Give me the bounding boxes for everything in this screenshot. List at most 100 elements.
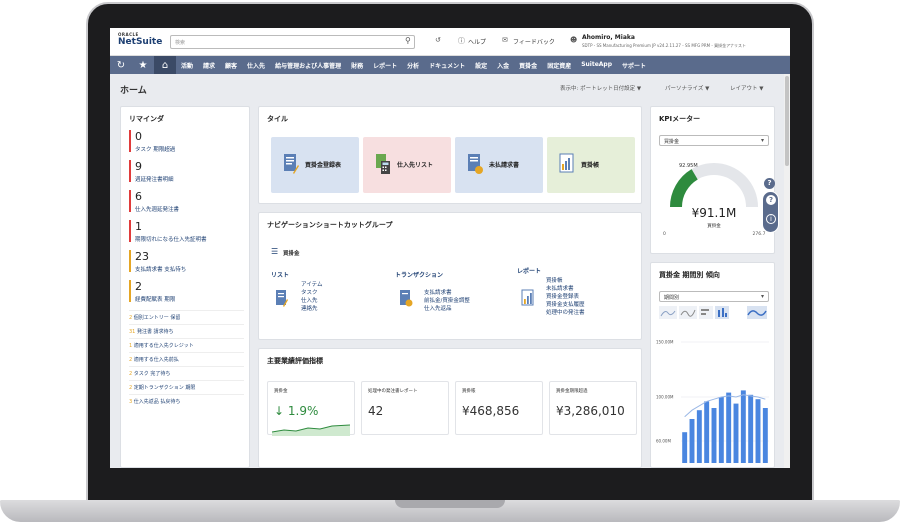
reminder-small-label: タスク 完了待ち <box>133 371 171 377</box>
reminder-item[interactable]: 1 期限切れになる仕入先証明書 <box>129 220 249 244</box>
trend-bar[interactable] <box>696 410 702 463</box>
nav-item[interactable]: 財務 <box>346 61 368 70</box>
nav-item[interactable]: SuiteApp <box>576 61 617 70</box>
shortcut-link[interactable]: 前払金/買掛金調整 <box>424 297 470 305</box>
nav-item[interactable]: 顧客 <box>220 61 242 70</box>
reminder-bar <box>129 250 131 272</box>
reminder-item[interactable]: 6 仕入先週延発注書 <box>129 190 249 214</box>
personalize-dropdown[interactable]: パーソナライズ ▼ <box>665 84 709 92</box>
tile-unpaid-bills[interactable]: 未払請求書 <box>455 137 543 193</box>
tile-ap-ledger[interactable]: 買掛帳 <box>547 137 635 193</box>
global-search-input[interactable]: 検索 <box>170 35 415 49</box>
shortcut-link[interactable]: 支払請求書 <box>424 289 470 297</box>
area-chart-icon[interactable] <box>659 306 677 319</box>
nav-item[interactable]: 仕入先 <box>242 61 270 70</box>
display-setting-dropdown[interactable]: 表示中: ポートレット日付設定 ▼ <box>560 84 641 92</box>
recent-records-icon[interactable]: ↺ <box>435 36 441 44</box>
shortcut-link[interactable]: 連絡先 <box>301 305 322 313</box>
reminder-item[interactable]: 9 週延発注書明細 <box>129 160 249 184</box>
shortcut-link[interactable]: 買掛帳 <box>546 277 585 285</box>
trend-bar[interactable] <box>755 399 761 463</box>
tile-vendor-list[interactable]: 仕入先リスト <box>363 137 451 193</box>
nav-item[interactable]: サポート <box>617 61 651 70</box>
recent-icon[interactable]: ↻ <box>110 56 132 74</box>
shortcut-link[interactable]: 買掛金登録表 <box>546 293 585 301</box>
kpi-card-open-po[interactable]: 処理中の発注書レポート 42 <box>361 381 449 435</box>
reminder-small-count: 2 <box>129 371 133 377</box>
user-icon[interactable]: ☻ <box>570 36 577 44</box>
nav-item[interactable]: 入金 <box>492 61 514 70</box>
trend-bar[interactable] <box>704 401 710 463</box>
nav-item[interactable]: 活動 <box>176 61 198 70</box>
wave-chart-icon[interactable] <box>747 306 767 319</box>
nav-item[interactable]: 買掛金 <box>514 61 542 70</box>
shortcut-link[interactable]: 買掛金支払履歴 <box>546 301 585 309</box>
question-icon[interactable]: ? <box>764 178 775 189</box>
trend-bar[interactable] <box>762 408 768 463</box>
nav-item[interactable]: 固定資産 <box>542 61 576 70</box>
nav-item[interactable]: 設定 <box>470 61 492 70</box>
reminder-small-item[interactable]: 2 タスク 完了待ち <box>129 366 244 380</box>
netsuite-logo[interactable]: ORACLE NetSuite <box>118 32 168 52</box>
trend-bar[interactable] <box>718 397 724 463</box>
trend-bar[interactable] <box>711 408 717 463</box>
trend-bar[interactable] <box>726 392 732 463</box>
help-icon[interactable]: ⓘ <box>458 36 465 46</box>
scrollbar-thumb[interactable] <box>785 76 789 166</box>
feedback-link[interactable]: フィードバック <box>513 37 555 46</box>
trend-bar[interactable] <box>733 403 739 463</box>
kpi-meter-select[interactable]: 買掛金 ▾ <box>659 135 769 146</box>
shortcut-link[interactable]: タスク <box>301 289 322 297</box>
nav-item[interactable]: レポート <box>368 61 402 70</box>
document-coin-icon <box>400 290 413 307</box>
shortcut-link[interactable]: 仕入先 <box>301 297 322 305</box>
trend-bar[interactable] <box>689 419 695 463</box>
nav-item[interactable]: ドキュメント <box>424 61 470 70</box>
feedback-icon[interactable]: ✉ <box>502 36 508 44</box>
reminder-bar <box>129 220 131 242</box>
kpi-card-ap[interactable]: 買掛金 ↓ 1.9% <box>267 381 355 436</box>
reminder-small-item[interactable]: 31 発注書 請求待ち <box>129 324 244 338</box>
trend-bar[interactable] <box>740 390 746 463</box>
nav-item[interactable]: 給与管理および人事管理 <box>270 61 346 70</box>
trend-bar[interactable] <box>748 394 754 463</box>
reminder-small-item[interactable]: 3 仕入先返品 払戻待ち <box>129 394 244 408</box>
kpi-meter-portlet: KPIメーター 買掛金 ▾ 92.95M ¥91.1M 買掛金 0 276.7 <box>650 106 775 254</box>
tile-ap-register[interactable]: 買掛金登録表 <box>271 137 359 193</box>
reminder-item[interactable]: 23 支払請求書 支払待ち <box>129 250 249 274</box>
hamburger-icon[interactable]: ☰ <box>271 247 278 256</box>
main-nav: ↻ ★ ⌂ 活動 請求 顧客 仕入先 給与管理および人事管理 財務 レポート 分析 ドキュメント… <box>110 56 790 74</box>
home-icon[interactable]: ⌂ <box>154 56 176 74</box>
shortcut-link[interactable]: 仕入先返品 <box>424 305 470 313</box>
reminders-small-list: 2 個別エントリー 保留 31 発注書 請求待ち 1 適用する仕入先クレジット 2 適… <box>121 310 249 408</box>
reminders-portlet: リマインダ 0 タスク 期限超過 9 週延発注書明細 6 仕入先週延発注書 1 期限切れになる… <box>120 106 250 468</box>
user-name[interactable]: Ahomiro, Miaka <box>582 34 635 41</box>
shortcut-link[interactable]: アイテム <box>301 281 322 289</box>
assistant-floating-button[interactable]: ? i <box>762 191 779 233</box>
trend-period-select[interactable]: 期間別 ▾ <box>659 291 769 302</box>
gauge-value: ¥91.1M <box>692 206 737 220</box>
reminder-small-item[interactable]: 2 適用する仕入先前払 <box>129 352 244 366</box>
reminder-small-item[interactable]: 2 個別エントリー 保留 <box>129 310 244 324</box>
hbar-chart-icon[interactable] <box>699 306 713 319</box>
reminder-item[interactable]: 0 タスク 期限超過 <box>129 130 249 154</box>
help-link[interactable]: ヘルプ <box>468 37 486 46</box>
reminder-small-item[interactable]: 1 適用する仕入先クレジット <box>129 338 244 352</box>
trend-line <box>684 394 766 418</box>
line-chart-icon[interactable] <box>679 306 697 319</box>
reminder-item[interactable]: 2 経費配賦表 期限 <box>129 280 249 304</box>
favorites-star-icon[interactable]: ★ <box>132 56 154 74</box>
shortcut-link[interactable]: 処理中の発注書 <box>546 309 585 317</box>
nav-item[interactable]: 請求 <box>198 61 220 70</box>
page-scrollbar[interactable] <box>784 74 790 468</box>
nav-item[interactable]: 分析 <box>402 61 424 70</box>
reminder-small-item[interactable]: 2 定期トランザクション 期限 <box>129 380 244 394</box>
layout-dropdown[interactable]: レイアウト ▼ <box>730 84 763 92</box>
bar-chart-icon[interactable] <box>715 306 729 319</box>
trend-bar[interactable] <box>682 432 688 463</box>
search-icon[interactable]: ⚲ <box>405 36 411 45</box>
kpi-card-ap-ledger[interactable]: 買掛帳 ¥468,856 <box>455 381 543 435</box>
shortcut-link[interactable]: 未払請求書 <box>546 285 585 293</box>
chart-document-icon <box>559 153 574 173</box>
kpi-card-ap-overdue[interactable]: 買掛金期限超過 ¥3,286,010 <box>549 381 637 435</box>
